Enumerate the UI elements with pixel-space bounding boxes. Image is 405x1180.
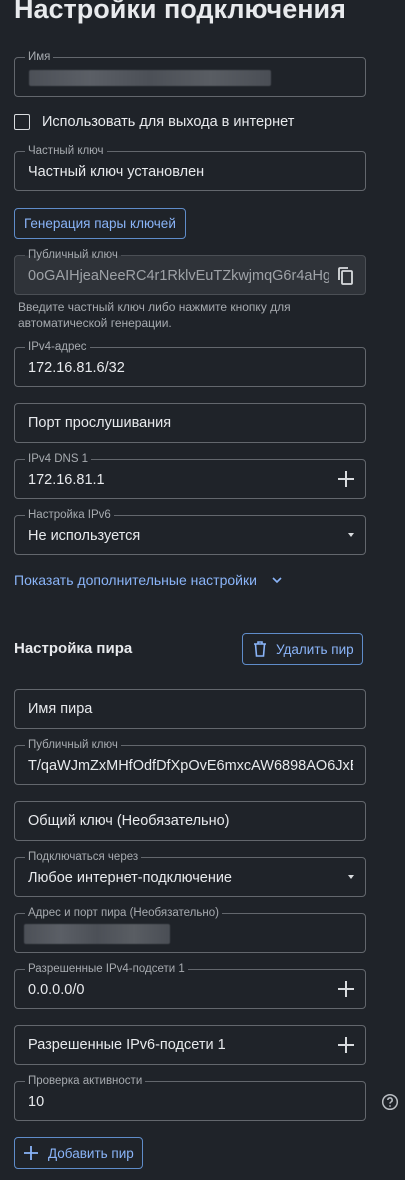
redacted-name-value <box>29 70 271 86</box>
public-key-label: Публичный ключ <box>25 248 121 262</box>
ipv6-setting-label: Настройка IPv6 <box>25 508 114 522</box>
copy-icon[interactable] <box>337 266 355 286</box>
private-key-value: Частный ключ установлен <box>28 164 205 180</box>
add-peer-button[interactable]: Добавить пир <box>14 1137 143 1169</box>
redacted-endpoint-value <box>24 924 170 944</box>
show-advanced-label: Показать дополнительные настройки <box>14 572 257 588</box>
ipv4-dns-label: IPv4 DNS 1 <box>25 452 92 466</box>
keepalive-value: 10 <box>28 1094 45 1110</box>
connection-name-label: Имя <box>25 50 54 64</box>
peer-endpoint-field[interactable]: Адрес и порт пира (Необязательно) <box>14 906 366 953</box>
private-key-label: Частный ключ <box>25 144 107 158</box>
peer-name-placeholder: Имя пира <box>28 701 93 717</box>
allowed-ipv4-label: Разрешенные IPv4-подсети 1 <box>25 962 188 976</box>
connect-via-value: Любое интернет-подключение <box>28 870 232 886</box>
plus-icon[interactable] <box>337 470 355 488</box>
peer-endpoint-label: Адрес и порт пира (Необязательно) <box>25 906 222 920</box>
plus-icon[interactable] <box>337 980 355 998</box>
allowed-ipv4-field[interactable]: Разрешенные IPv4-подсети 1 0.0.0.0/0 <box>14 962 366 1009</box>
caret-down-icon <box>348 533 354 537</box>
preshared-key-field[interactable]: Общий ключ (Необязательно) <box>14 801 366 841</box>
generate-keys-label: Генерация пары ключей <box>24 216 176 231</box>
connect-via-label: Подключаться через <box>25 850 142 864</box>
caret-down-icon <box>348 875 354 879</box>
show-advanced-link[interactable]: Показать дополнительные настройки <box>14 572 283 588</box>
peer-section-title: Настройка пира <box>14 640 133 657</box>
connection-name-field[interactable]: Имя <box>14 50 366 97</box>
page-title: Настройки подключения <box>14 0 346 24</box>
peer-public-key-label: Публичный ключ <box>25 738 121 752</box>
listen-port-placeholder: Порт прослушивания <box>28 415 172 431</box>
connect-via-select[interactable]: Подключаться через Любое интернет-подклю… <box>14 850 366 897</box>
preshared-key-placeholder: Общий ключ (Необязательно) <box>28 813 230 829</box>
delete-peer-button[interactable]: Удалить пир <box>242 633 363 665</box>
private-key-hint: Введите частный ключ либо нажмите кнопку… <box>18 300 291 330</box>
keepalive-field[interactable]: Проверка активности 10 <box>14 1074 366 1121</box>
add-peer-label: Добавить пир <box>48 1145 134 1161</box>
use-for-internet-checkbox[interactable] <box>14 114 30 130</box>
chevron-down-icon <box>272 577 282 584</box>
help-circle-icon[interactable] <box>381 1093 399 1111</box>
peer-name-field[interactable]: Имя пира <box>14 689 366 729</box>
ipv4-dns-value: 172.16.81.1 <box>28 472 105 488</box>
public-key-value: 0oGAIHjeaNeeRC4r1RklvEuTZkwjmqG6r4aHghk9 <box>28 268 329 284</box>
generate-keys-button[interactable]: Генерация пары ключей <box>14 208 186 239</box>
allowed-ipv6-field[interactable]: Разрешенные IPv6-подсети 1 <box>14 1025 366 1065</box>
allowed-ipv6-placeholder: Разрешенные IPv6-подсети 1 <box>28 1037 226 1053</box>
ipv4-address-value: 172.16.81.6/32 <box>28 360 125 376</box>
ipv6-setting-value: Не используется <box>28 528 141 544</box>
allowed-ipv4-value: 0.0.0.0/0 <box>28 982 85 998</box>
ipv4-address-field[interactable]: IPv4-адрес 172.16.81.6/32 <box>14 340 366 387</box>
plus-icon <box>24 1146 38 1160</box>
public-key-field: Публичный ключ 0oGAIHjeaNeeRC4r1RklvEuTZ… <box>14 248 366 295</box>
delete-peer-label: Удалить пир <box>276 641 354 657</box>
plus-icon[interactable] <box>337 1036 355 1054</box>
private-key-field[interactable]: Частный ключ Частный ключ установлен <box>14 144 366 191</box>
trash-icon <box>254 641 266 657</box>
ipv4-address-label: IPv4-адрес <box>25 340 90 354</box>
use-for-internet-row[interactable]: Использовать для выхода в интернет <box>14 114 294 130</box>
ipv6-setting-select[interactable]: Настройка IPv6 Не используется <box>14 508 366 555</box>
peer-public-key-value: T/qaWJmZxMHfOdfDfXpOvE6mxcAW6898AO6JxBx <box>28 758 353 774</box>
keepalive-label: Проверка активности <box>25 1074 146 1088</box>
ipv4-dns-field[interactable]: IPv4 DNS 1 172.16.81.1 <box>14 452 366 499</box>
use-for-internet-label: Использовать для выхода в интернет <box>42 114 295 130</box>
peer-public-key-field[interactable]: Публичный ключ T/qaWJmZxMHfOdfDfXpOvE6mx… <box>14 738 366 785</box>
listen-port-field[interactable]: Порт прослушивания <box>14 403 366 443</box>
